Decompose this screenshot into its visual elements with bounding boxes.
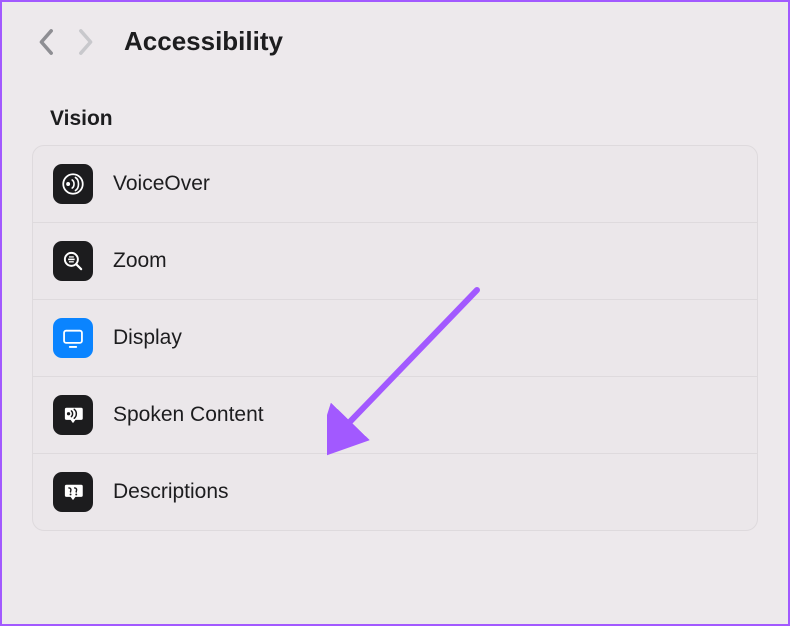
row-descriptions[interactable]: Descriptions	[33, 454, 757, 530]
section-label-vision: Vision	[2, 69, 788, 145]
row-spoken-content[interactable]: Spoken Content	[33, 377, 757, 454]
row-label: Descriptions	[113, 480, 229, 504]
back-button[interactable]	[38, 28, 56, 56]
row-voiceover[interactable]: VoiceOver	[33, 146, 757, 223]
vision-list: VoiceOver Zoom Display	[32, 145, 758, 531]
row-label: VoiceOver	[113, 172, 210, 196]
row-label: Display	[113, 326, 182, 350]
voiceover-icon	[53, 164, 93, 204]
page-title: Accessibility	[124, 26, 283, 57]
row-zoom[interactable]: Zoom	[33, 223, 757, 300]
display-icon	[53, 318, 93, 358]
row-label: Spoken Content	[113, 403, 264, 427]
descriptions-icon	[53, 472, 93, 512]
row-label: Zoom	[113, 249, 167, 273]
forward-button[interactable]	[76, 28, 94, 56]
zoom-icon	[53, 241, 93, 281]
row-display[interactable]: Display	[33, 300, 757, 377]
spoken-content-icon	[53, 395, 93, 435]
header: Accessibility	[2, 2, 788, 69]
